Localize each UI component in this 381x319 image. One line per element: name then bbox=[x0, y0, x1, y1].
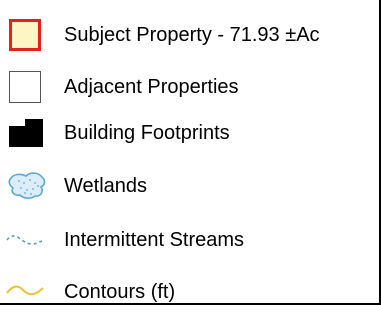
building-footprint-swatch bbox=[5, 106, 53, 160]
legend-label: Subject Property - 71.93 ±Ac bbox=[64, 24, 320, 46]
map-legend: Subject Property - 71.93 ±Ac Adjacent Pr… bbox=[0, 0, 381, 305]
intermittent-stream-swatch bbox=[5, 213, 53, 267]
wetland-swatch bbox=[5, 159, 53, 213]
legend-item-contours: Contours (ft) bbox=[0, 265, 379, 319]
legend-label: Intermittent Streams bbox=[64, 229, 245, 251]
legend-item-subject-property: Subject Property - 71.93 ±Ac bbox=[0, 8, 379, 62]
legend-label: Contours (ft) bbox=[64, 281, 176, 303]
legend-item-wetlands: Wetlands bbox=[0, 159, 379, 213]
legend-label: Building Footprints bbox=[64, 122, 230, 144]
contour-swatch bbox=[5, 265, 53, 319]
legend-item-building-footprints: Building Footprints bbox=[0, 106, 379, 160]
legend-label: Wetlands bbox=[64, 175, 148, 197]
subject-property-swatch bbox=[5, 8, 53, 62]
legend-item-intermittent-streams: Intermittent Streams bbox=[0, 213, 379, 267]
